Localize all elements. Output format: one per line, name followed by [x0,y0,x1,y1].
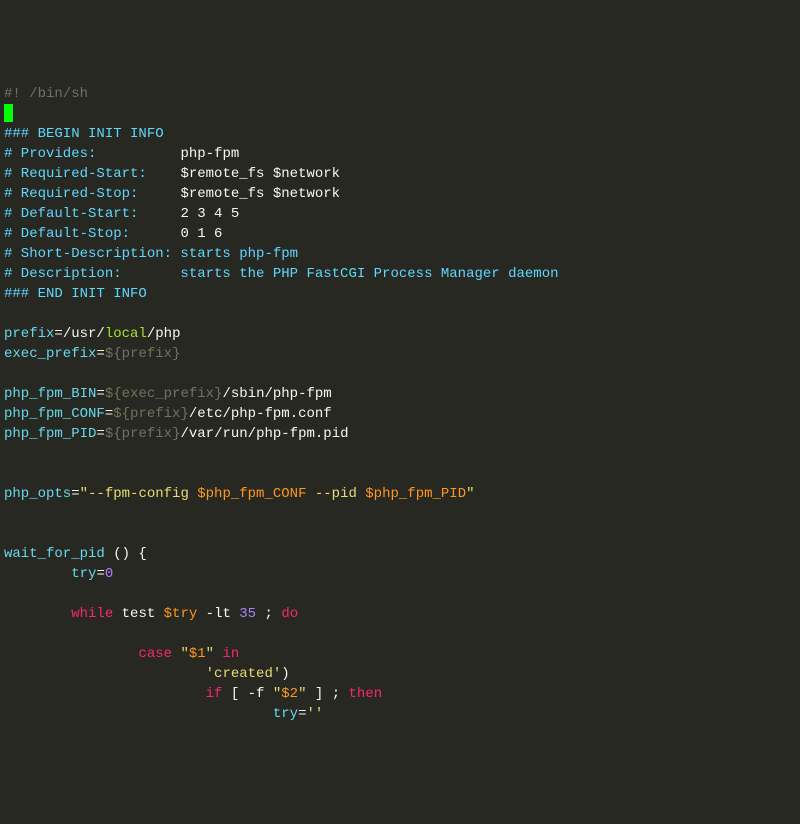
code-line [4,504,800,524]
code-line: php_fpm_BIN=${exec_prefix}/sbin/php-fpm [4,384,800,404]
code-line: exec_prefix=${prefix} [4,344,800,364]
code-line: # Default-Stop: 0 1 6 [4,224,800,244]
terminal-editor[interactable]: #! /bin/sh ### BEGIN INIT INFO# Provides:… [4,84,800,724]
code-line: # Description: starts the PHP FastCGI Pr… [4,264,800,284]
code-line: ### END INIT INFO [4,284,800,304]
code-line [4,584,800,604]
cursor [4,104,13,122]
code-line: # Default-Start: 2 3 4 5 [4,204,800,224]
code-line [4,364,800,384]
code-line: 'created') [4,664,800,684]
code-line: # Provides: php-fpm [4,144,800,164]
code-line [4,444,800,464]
code-line: php_fpm_CONF=${prefix}/etc/php-fpm.conf [4,404,800,424]
code-line: php_fpm_PID=${prefix}/var/run/php-fpm.pi… [4,424,800,444]
code-line: # Short-Description: starts php-fpm [4,244,800,264]
code-line: wait_for_pid () { [4,544,800,564]
code-line: try='' [4,704,800,724]
code-line: # Required-Stop: $remote_fs $network [4,184,800,204]
code-line [4,624,800,644]
code-line: #! /bin/sh [4,84,800,104]
code-line: # Required-Start: $remote_fs $network [4,164,800,184]
code-line: while test $try -lt 35 ; do [4,604,800,624]
code-line: if [ -f "$2" ] ; then [4,684,800,704]
code-line: php_opts="--fpm-config $php_fpm_CONF --p… [4,484,800,504]
code-line [4,304,800,324]
code-line: prefix=/usr/local/php [4,324,800,344]
code-line: try=0 [4,564,800,584]
code-line: case "$1" in [4,644,800,664]
code-line [4,524,800,544]
code-line: ### BEGIN INIT INFO [4,124,800,144]
code-line [4,104,800,124]
code-line [4,464,800,484]
